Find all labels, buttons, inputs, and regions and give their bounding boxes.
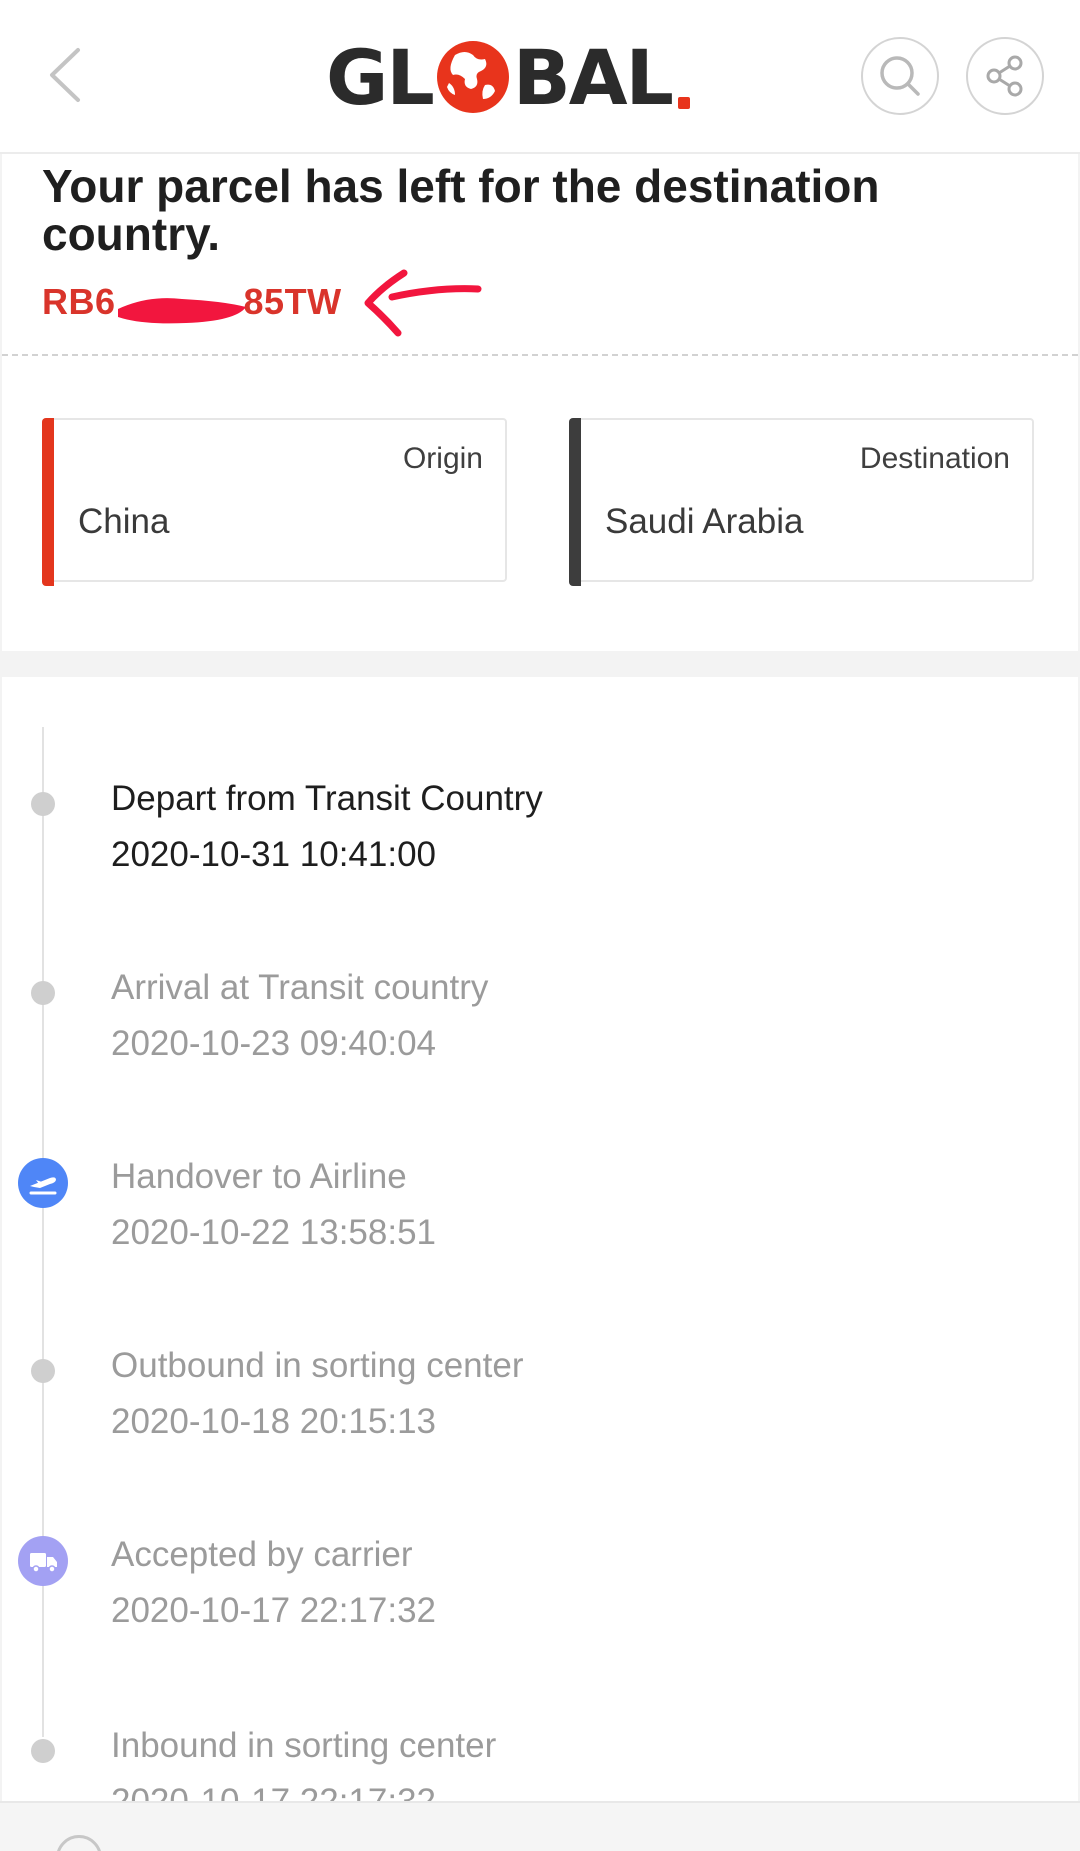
event-time: 2020-10-31 10:41:00	[111, 835, 436, 874]
event-title: Outbound in sorting center	[111, 1346, 524, 1385]
timeline-dot	[31, 792, 55, 816]
logo-dot	[678, 97, 690, 109]
timeline-dot	[31, 1359, 55, 1383]
tracking-page: GL BAL Your parcel has left for the dest…	[0, 0, 1080, 1851]
redaction-scribble	[118, 298, 246, 324]
origin-accent-bar	[42, 418, 54, 586]
globe-icon	[436, 41, 509, 113]
info-icon[interactable]	[56, 1835, 102, 1851]
arrow-annotation-icon	[364, 269, 482, 337]
event-time: 2020-10-18 20:15:13	[111, 1402, 436, 1441]
tracking-number-prefix: RB6	[42, 281, 116, 322]
search-icon	[880, 56, 920, 96]
back-button[interactable]	[40, 40, 100, 110]
origin-box: Origin China	[42, 418, 507, 586]
chevron-left-icon	[50, 48, 80, 102]
dashed-divider	[2, 354, 1078, 356]
event-title: Handover to Airline	[111, 1157, 407, 1196]
event-time: 2020-10-22 13:58:51	[111, 1213, 436, 1252]
global-logo: GL BAL	[326, 32, 690, 122]
top-bar: GL BAL	[0, 0, 1080, 154]
tracking-timeline: Depart from Transit Country 2020-10-31 1…	[2, 677, 1078, 1821]
destination-label: Destination	[859, 442, 1010, 475]
parcel-status-title: Your parcel has left for the destination…	[42, 160, 880, 260]
destination-value: Saudi Arabia	[605, 502, 804, 541]
timeline-event: Outbound in sorting center 2020-10-18 20…	[2, 1294, 1078, 1454]
timeline-event: Accepted by carrier 2020-10-17 22:17:32	[2, 1483, 1078, 1643]
destination-box: Destination Saudi Arabia	[569, 418, 1034, 586]
event-title: Inbound in sorting center	[111, 1726, 497, 1765]
logo-text-left: GL	[326, 32, 435, 122]
event-time: 2020-10-17 22:17:32	[111, 1591, 436, 1630]
event-title: Arrival at Transit country	[111, 968, 489, 1007]
timeline-event: Arrival at Transit country 2020-10-23 09…	[2, 916, 1078, 1076]
timeline-dot	[31, 1739, 55, 1763]
logo-text-right: BAL	[512, 32, 674, 122]
status-card: Your parcel has left for the destination…	[2, 154, 1078, 651]
tracking-number-suffix: 85TW	[243, 281, 342, 322]
event-time: 2020-10-23 09:40:04	[111, 1024, 436, 1063]
share-icon	[986, 55, 1023, 97]
origin-label: Origin	[402, 442, 483, 475]
tracking-number-row: RB6 85TW	[42, 269, 484, 337]
event-title: Accepted by carrier	[111, 1535, 413, 1574]
truck-icon	[18, 1536, 68, 1586]
airplane-takeoff-icon	[18, 1158, 68, 1208]
search-button[interactable]	[861, 37, 939, 115]
timeline-event: Depart from Transit Country 2020-10-31 1…	[2, 727, 1078, 887]
timeline-event: Handover to Airline 2020-10-22 13:58:51	[2, 1105, 1078, 1265]
event-title: Depart from Transit Country	[111, 779, 543, 818]
bottom-strip	[0, 1801, 1080, 1851]
destination-accent-bar	[569, 418, 581, 586]
timeline-dot	[31, 981, 55, 1005]
share-button[interactable]	[966, 37, 1044, 115]
origin-value: China	[78, 502, 170, 541]
